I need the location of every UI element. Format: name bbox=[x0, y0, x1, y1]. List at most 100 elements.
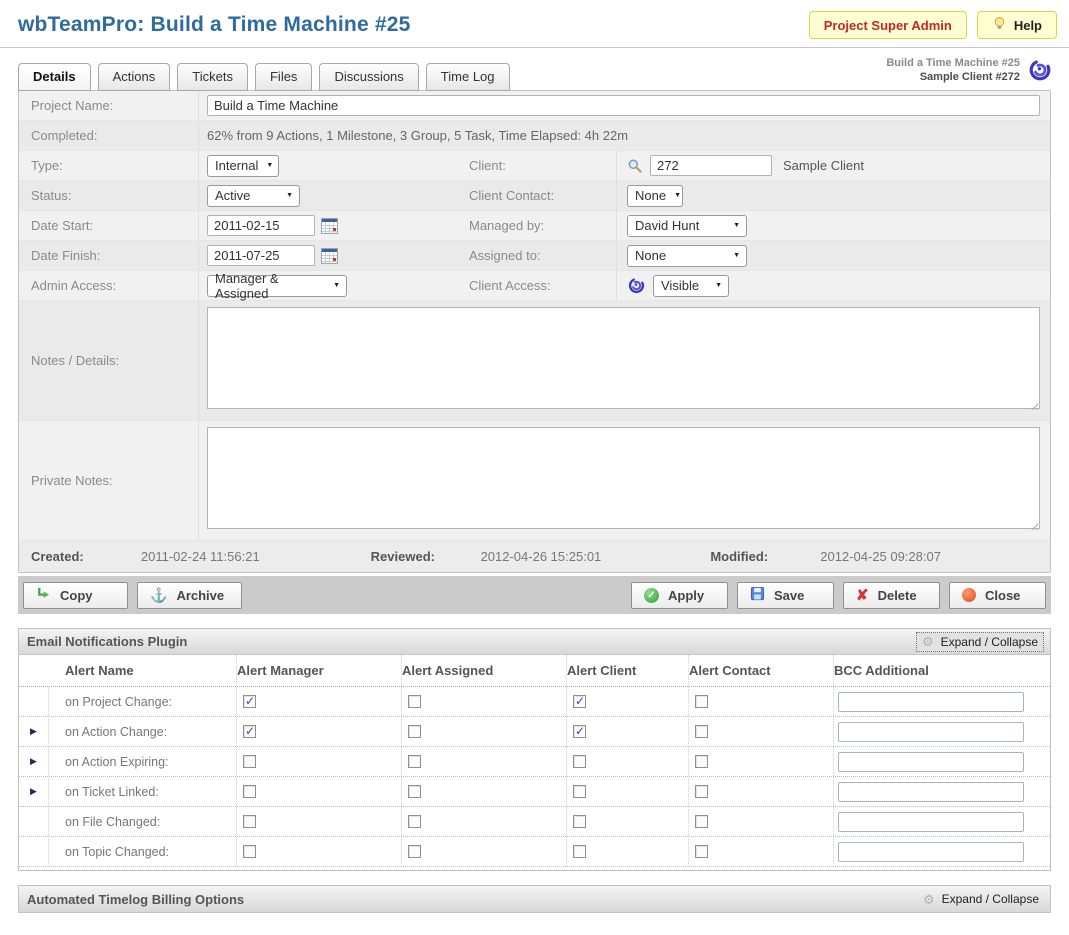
alert-manager-checkbox[interactable] bbox=[243, 725, 256, 738]
client-contact-label: Client Contact: bbox=[461, 181, 617, 210]
alert-row-label: on Ticket Linked: bbox=[49, 777, 237, 806]
alert-assigned-checkbox[interactable] bbox=[408, 725, 421, 738]
alert-client-checkbox[interactable] bbox=[573, 845, 586, 858]
tab-actions[interactable]: Actions bbox=[98, 63, 171, 91]
tab-tickets[interactable]: Tickets bbox=[177, 63, 248, 91]
row-arrow-spacer bbox=[19, 837, 49, 866]
alert-client-checkbox[interactable] bbox=[573, 695, 586, 708]
admin-access-label: Admin Access: bbox=[19, 271, 199, 300]
app-header: wbTeamPro: Build a Time Machine #25 Proj… bbox=[0, 0, 1069, 48]
row-adminaccess-clientaccess: Admin Access: Manager & Assigned▼ Client… bbox=[19, 271, 1050, 301]
alert-contact-checkbox[interactable] bbox=[695, 815, 708, 828]
status-label: Status: bbox=[19, 181, 199, 210]
tab-time-log[interactable]: Time Log bbox=[426, 63, 510, 91]
alert-assigned-checkbox[interactable] bbox=[408, 815, 421, 828]
close-button[interactable]: Close bbox=[949, 582, 1046, 609]
context-block: Build a Time Machine #25 Sample Client #… bbox=[886, 56, 1053, 84]
assigned-to-select[interactable]: None▼ bbox=[627, 245, 747, 267]
row-completed: Completed: 62% from 9 Actions, 1 Milesto… bbox=[19, 121, 1050, 151]
alert-manager-checkbox[interactable] bbox=[243, 785, 256, 798]
managed-by-select[interactable]: David Hunt▼ bbox=[627, 215, 747, 237]
client-contact-select[interactable]: None▼ bbox=[627, 185, 683, 207]
notes-textarea[interactable] bbox=[207, 307, 1040, 409]
row-notes: Notes / Details: bbox=[19, 301, 1050, 421]
alert-manager-checkbox[interactable] bbox=[243, 695, 256, 708]
expand-arrow-icon[interactable]: ▶ bbox=[19, 717, 49, 746]
billing-expand-collapse-label: Expand / Collapse bbox=[942, 892, 1039, 906]
copy-label: Copy bbox=[60, 588, 93, 603]
date-finish-input[interactable] bbox=[207, 245, 315, 266]
status-select[interactable]: Active▼ bbox=[207, 185, 300, 207]
notes-label: Notes / Details: bbox=[19, 301, 199, 420]
expand-arrow-icon[interactable]: ▶ bbox=[19, 747, 49, 776]
date-finish-label: Date Finish: bbox=[19, 241, 199, 270]
managed-by-value: David Hunt bbox=[635, 218, 699, 233]
save-button[interactable]: Save bbox=[737, 582, 834, 609]
alert-assigned-checkbox[interactable] bbox=[408, 785, 421, 798]
project-super-admin-button[interactable]: Project Super Admin bbox=[809, 11, 967, 39]
col-alert-name: Alert Name bbox=[49, 655, 237, 686]
alert-row-label: on Topic Changed: bbox=[49, 837, 237, 866]
bcc-additional-input[interactable] bbox=[838, 722, 1024, 742]
project-name-input[interactable] bbox=[207, 95, 1040, 116]
modified-label: Modified: bbox=[710, 549, 820, 564]
private-notes-textarea[interactable] bbox=[207, 427, 1040, 529]
alert-contact-checkbox[interactable] bbox=[695, 725, 708, 738]
date-start-input[interactable] bbox=[207, 215, 315, 236]
client-access-value: Visible bbox=[661, 278, 699, 293]
alert-contact-checkbox[interactable] bbox=[695, 755, 708, 768]
type-select[interactable]: Internal▼ bbox=[207, 155, 279, 177]
delete-label: Delete bbox=[878, 588, 917, 603]
alert-contact-checkbox[interactable] bbox=[695, 845, 708, 858]
tab-files[interactable]: Files bbox=[255, 63, 312, 91]
bcc-additional-input[interactable] bbox=[838, 752, 1024, 772]
calendar-icon[interactable] bbox=[321, 218, 338, 234]
col-bcc-additional: BCC Additional bbox=[834, 655, 1050, 686]
tab-details[interactable]: Details bbox=[18, 63, 91, 91]
email-expand-collapse-label: Expand / Collapse bbox=[941, 635, 1038, 649]
help-button[interactable]: Help bbox=[977, 11, 1057, 39]
project-details-panel: Project Name: Completed: 62% from 9 Acti… bbox=[18, 90, 1051, 573]
project-title: Build a Time Machine #25 bbox=[151, 13, 411, 36]
save-label: Save bbox=[774, 588, 804, 603]
alert-assigned-checkbox[interactable] bbox=[408, 695, 421, 708]
alert-row: ▶on Action Expiring: bbox=[19, 747, 1050, 777]
alert-client-checkbox[interactable] bbox=[573, 815, 586, 828]
client-id-input[interactable] bbox=[650, 155, 772, 176]
alert-manager-checkbox[interactable] bbox=[243, 845, 256, 858]
tab-discussions[interactable]: Discussions bbox=[319, 63, 418, 91]
client-display-name: Sample Client bbox=[783, 158, 864, 173]
apply-button[interactable]: ✓ Apply bbox=[631, 582, 728, 609]
alert-row-label: on Project Change: bbox=[49, 687, 237, 716]
client-access-select[interactable]: Visible▼ bbox=[653, 275, 729, 297]
expand-arrow-icon[interactable]: ▶ bbox=[19, 777, 49, 806]
alert-client-checkbox[interactable] bbox=[573, 755, 586, 768]
alert-contact-checkbox[interactable] bbox=[695, 695, 708, 708]
alert-row: ▶on Action Change: bbox=[19, 717, 1050, 747]
calendar-icon[interactable] bbox=[321, 248, 338, 264]
search-icon[interactable] bbox=[627, 158, 643, 174]
alert-assigned-checkbox[interactable] bbox=[408, 755, 421, 768]
copy-button[interactable]: Copy bbox=[23, 582, 128, 609]
alert-assigned-checkbox[interactable] bbox=[408, 845, 421, 858]
alert-contact-checkbox[interactable] bbox=[695, 785, 708, 798]
admin-access-select[interactable]: Manager & Assigned▼ bbox=[207, 275, 347, 297]
tab-bar: Details Actions Tickets Files Discussion… bbox=[0, 48, 1069, 90]
alert-row: on Topic Changed: bbox=[19, 837, 1050, 867]
wbteampro-logo-icon bbox=[1027, 57, 1053, 83]
alert-manager-checkbox[interactable] bbox=[243, 755, 256, 768]
bcc-additional-input[interactable] bbox=[838, 782, 1024, 802]
email-notifications-section: Email Notifications Plugin ⚙ Expand / Co… bbox=[18, 628, 1051, 871]
alert-client-checkbox[interactable] bbox=[573, 725, 586, 738]
delete-button[interactable]: ✘ Delete bbox=[843, 582, 940, 609]
billing-plugin-title: Automated Timelog Billing Options bbox=[27, 892, 244, 907]
alert-client-checkbox[interactable] bbox=[573, 785, 586, 798]
email-expand-collapse-button[interactable]: ⚙ Expand / Collapse bbox=[916, 632, 1044, 652]
bcc-additional-input[interactable] bbox=[838, 842, 1024, 862]
archive-button[interactable]: ⚓ Archive bbox=[137, 582, 242, 609]
bcc-additional-input[interactable] bbox=[838, 692, 1024, 712]
alert-manager-checkbox[interactable] bbox=[243, 815, 256, 828]
chevron-down-icon: ▼ bbox=[333, 282, 340, 289]
billing-expand-collapse-button[interactable]: ⚙ Expand / Collapse bbox=[918, 890, 1044, 908]
bcc-additional-input[interactable] bbox=[838, 812, 1024, 832]
